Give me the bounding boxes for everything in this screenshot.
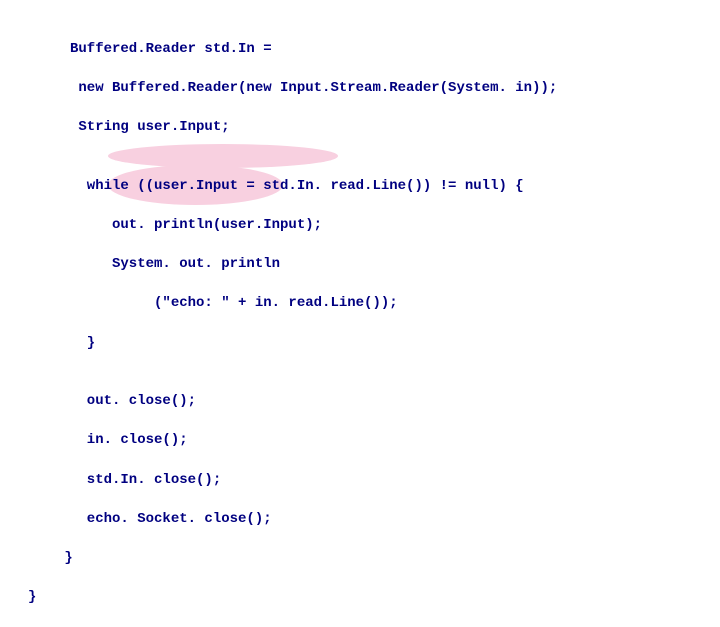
code-line: in. close(); — [70, 431, 557, 451]
code-line: ("echo: " + in. read.Line()); — [70, 294, 557, 314]
code-line: } — [70, 334, 557, 354]
code-line: new Buffered.Reader(new Input.Stream.Rea… — [70, 79, 557, 99]
code-line: String user.Input; — [70, 118, 557, 138]
code-line: echo. Socket. close(); — [70, 510, 557, 530]
code-line: System. out. println — [70, 255, 557, 275]
code-line: out. close(); — [70, 392, 557, 412]
code-line: out. println(user.Input); — [70, 216, 557, 236]
code-line: } — [56, 549, 557, 569]
code-line: Buffered.Reader std.In = — [70, 40, 557, 60]
code-line: } — [28, 588, 557, 608]
code-block: Buffered.Reader std.In = new Buffered.Re… — [70, 20, 557, 627]
code-line: std.In. close(); — [70, 471, 557, 491]
code-line: while ((user.Input = std.In. read.Line()… — [70, 177, 557, 197]
